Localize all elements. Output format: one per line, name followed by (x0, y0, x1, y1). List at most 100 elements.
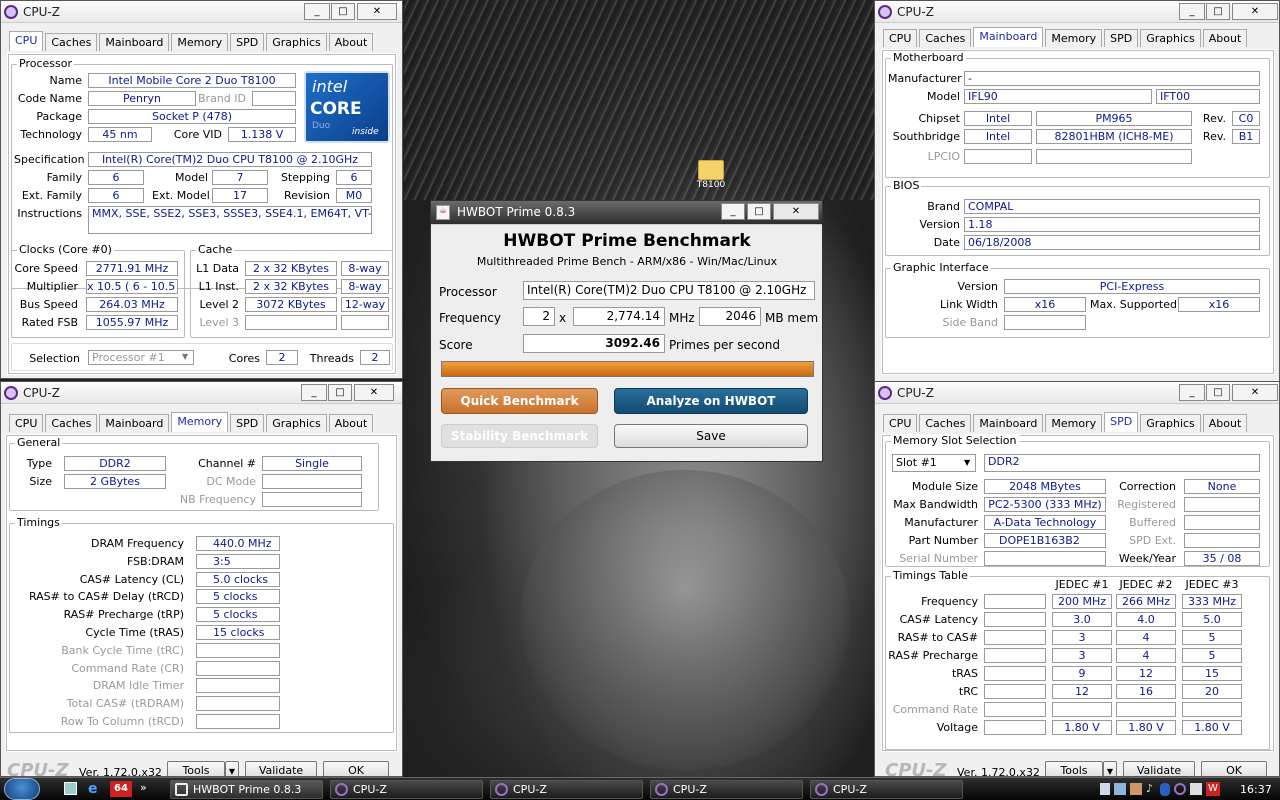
taskbar-item-hwbot[interactable]: HWBOT Prime 0.8.3 (170, 780, 323, 799)
chevron-down-icon: ▼ (1106, 767, 1114, 776)
selection-dropdown[interactable]: Processor #1 (88, 350, 194, 365)
tab-memory[interactable]: Memory (171, 33, 229, 51)
tab-graphics[interactable]: Graphics (1140, 414, 1201, 432)
partnumber-value: DOPE1B163B2 (984, 533, 1106, 548)
maximize-button[interactable]: □ (331, 3, 355, 20)
tab-caches[interactable]: Caches (919, 29, 972, 47)
maximize-button[interactable]: □ (1206, 3, 1230, 20)
cpuz-tray-icon[interactable] (1174, 783, 1186, 795)
ok-button[interactable]: OK (323, 761, 389, 776)
java-icon: ☕ (436, 205, 450, 220)
tab-spd[interactable]: SPD (1104, 412, 1139, 432)
chevron-right-icon[interactable]: » (140, 781, 147, 794)
tab-spd[interactable]: SPD (230, 414, 265, 432)
tab-cpu[interactable]: CPU (883, 29, 918, 47)
maximize-button[interactable]: □ (328, 384, 352, 401)
tray-icon-2[interactable] (1130, 783, 1142, 795)
timing-value: 3:5 (196, 553, 280, 569)
chevron-down-icon[interactable]: ▼ (964, 458, 970, 467)
close-button[interactable]: ✕ (1232, 384, 1278, 401)
titlebar[interactable]: CPU-Z _ □ ✕ (875, 382, 1279, 404)
bluetooth-icon[interactable] (1160, 783, 1170, 796)
quicklaunch-64-icon[interactable]: 64 (110, 781, 132, 797)
tab-caches[interactable]: Caches (45, 33, 98, 51)
validate-button[interactable]: Validate (1123, 761, 1195, 776)
minimize-button[interactable]: _ (301, 384, 327, 401)
tab-spd[interactable]: SPD (1104, 29, 1139, 47)
tab-mainboard[interactable]: Mainboard (99, 33, 170, 51)
tab-about[interactable]: About (328, 414, 374, 432)
close-button[interactable]: ✕ (357, 3, 397, 20)
lpcio-value (1036, 149, 1192, 164)
tab-graphics[interactable]: Graphics (266, 414, 327, 432)
analyze-hwbot-button[interactable]: Analyze on HWBOT (614, 388, 808, 414)
stability-benchmark-button[interactable]: Stability Benchmark (441, 424, 598, 448)
tab-caches[interactable]: Caches (919, 414, 972, 432)
minimize-button[interactable]: _ (721, 203, 745, 220)
save-button[interactable]: Save (614, 424, 808, 448)
linkwidth-label: Link Width (940, 298, 998, 311)
taskbar-item-cpuz-2[interactable]: CPU-Z (490, 780, 643, 799)
instructions-label: Instructions (17, 207, 82, 220)
close-button[interactable]: ✕ (1232, 3, 1278, 20)
tray-icon-3[interactable] (1190, 783, 1202, 795)
taskbar-item-cpuz-3[interactable]: CPU-Z (650, 780, 803, 799)
close-button[interactable]: ✕ (354, 384, 394, 401)
volume-icon[interactable]: ♪ (1146, 782, 1153, 795)
tab-graphics[interactable]: Graphics (266, 33, 327, 51)
maximize-button[interactable]: □ (747, 203, 771, 220)
tab-caches[interactable]: Caches (45, 414, 98, 432)
ie-icon[interactable]: e (88, 781, 98, 797)
tab-about[interactable]: About (1202, 29, 1248, 47)
minimize-button[interactable]: _ (1179, 384, 1205, 401)
type-value: DDR2 (64, 456, 166, 471)
tools-button[interactable]: Tools (167, 761, 225, 776)
level3-label: Level 3 (199, 316, 239, 329)
spd-timing-blank (984, 702, 1046, 717)
titlebar[interactable]: CPU-Z _ □ ✕ (1, 382, 402, 404)
tools-dropdown-button[interactable]: ▼ (225, 761, 239, 776)
tab-cpu[interactable]: CPU (883, 414, 918, 432)
titlebar[interactable]: CPU-Z _ □ ✕ (1, 1, 402, 23)
winrar-icon[interactable]: W (1206, 782, 1220, 796)
maximize-button[interactable]: □ (1206, 384, 1230, 401)
quick-benchmark-button[interactable]: Quick Benchmark (441, 388, 598, 414)
titlebar[interactable]: ☕ HWBOT Prime 0.8.3 _ □ ✕ (431, 201, 822, 225)
processor-value: Intel(R) Core(TM)2 Duo CPU T8100 @ 2.10G… (523, 281, 815, 300)
tab-mainboard[interactable]: Mainboard (99, 414, 170, 432)
show-desktop-icon[interactable] (64, 782, 77, 795)
tools-button[interactable]: Tools (1045, 761, 1103, 776)
maxsupported-label: Max. Supported (1090, 298, 1177, 311)
start-button[interactable] (4, 778, 40, 800)
tab-spd[interactable]: SPD (230, 33, 265, 51)
taskbar-item-cpuz-1[interactable]: CPU-Z (330, 780, 483, 799)
jedec-column-header: JEDEC #1 (1055, 578, 1109, 591)
tab-graphics[interactable]: Graphics (1140, 29, 1201, 47)
chevron-down-icon[interactable]: ▼ (182, 352, 188, 361)
titlebar[interactable]: CPU-Z _ □ ✕ (875, 1, 1279, 23)
tab-mainboard[interactable]: Mainboard (973, 27, 1044, 47)
tab-memory[interactable]: Memory (171, 412, 229, 432)
tab-memory[interactable]: Memory (1045, 29, 1103, 47)
clock[interactable]: 16:37 (1240, 783, 1272, 796)
tab-about[interactable]: About (328, 33, 374, 51)
minimize-button[interactable]: _ (1179, 3, 1205, 20)
tab-memory[interactable]: Memory (1045, 414, 1103, 432)
ok-button[interactable]: OK (1201, 761, 1267, 776)
close-button[interactable]: ✕ (773, 203, 819, 220)
tab-cpu[interactable]: CPU (9, 414, 44, 432)
validate-button[interactable]: Validate (245, 761, 317, 776)
tab-mainboard[interactable]: Mainboard (973, 414, 1044, 432)
partnumber-label: Part Number (908, 534, 978, 547)
hwbot-prime-window: ☕ HWBOT Prime 0.8.3 _ □ ✕ HWBOT Prime Be… (430, 200, 823, 462)
tab-cpu[interactable]: CPU (9, 31, 44, 51)
desktop-folder[interactable]: T8100 (696, 158, 726, 200)
taskbar-item-cpuz-4[interactable]: CPU-Z (810, 780, 963, 799)
network-icon[interactable] (1100, 783, 1110, 795)
tray-icon-1[interactable] (1114, 783, 1126, 795)
tools-dropdown-button[interactable]: ▼ (1103, 761, 1117, 776)
technology-value: 45 nm (88, 127, 152, 142)
window-title: CPU-Z (23, 386, 60, 400)
minimize-button[interactable]: _ (304, 3, 330, 20)
tab-about[interactable]: About (1202, 414, 1248, 432)
